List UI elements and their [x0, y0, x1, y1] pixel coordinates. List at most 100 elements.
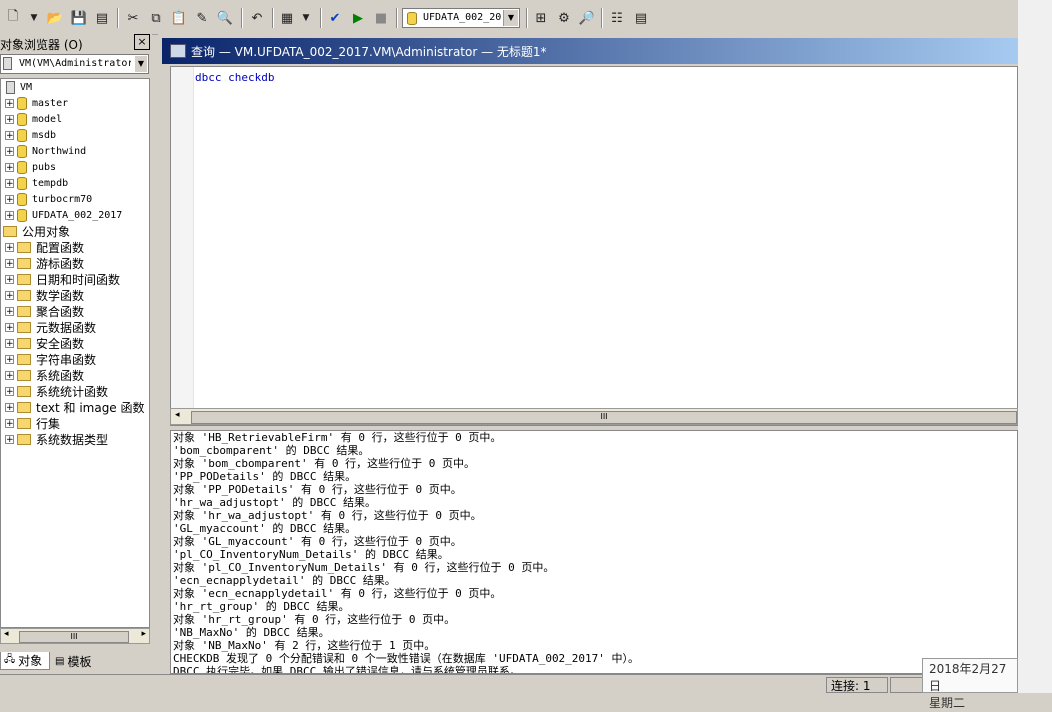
tree-node-function-group[interactable]: + 行集: [5, 415, 60, 431]
results-grid-icon[interactable]: ▦: [278, 9, 296, 27]
editor-gutter: [171, 67, 194, 425]
chevron-down-icon[interactable]: ▼: [135, 56, 147, 72]
expand-icon[interactable]: +: [5, 178, 14, 188]
tree-node-database[interactable]: + msdb: [5, 127, 56, 143]
tree-node-function-group[interactable]: + 游标函数: [5, 255, 84, 271]
paste-icon[interactable]: 📋: [170, 9, 188, 27]
object-tree: VM + master + model + msdb + Northwind + pubs…: [0, 78, 150, 628]
show-execution-plan-icon[interactable]: ⊞: [532, 9, 550, 27]
folder-icon: [17, 385, 31, 397]
tree-node-function-group[interactable]: + 日期和时间函数: [5, 271, 120, 287]
tree-node-function-group[interactable]: + 系统统计函数: [5, 383, 108, 399]
tree-node-function-group[interactable]: + 配置函数: [5, 239, 84, 255]
expand-icon[interactable]: +: [5, 210, 14, 220]
scrollbar-thumb[interactable]: III: [191, 411, 1017, 424]
expand-icon[interactable]: +: [5, 274, 14, 284]
expand-icon[interactable]: +: [5, 354, 14, 364]
copy-icon[interactable]: ⧉: [147, 9, 165, 27]
tree-node-database[interactable]: + UFDATA_002_2017: [5, 207, 122, 223]
result-line: 'NB_MaxNo' 的 DBCC 结果。: [173, 626, 330, 639]
tree-node-label: 游标函数: [36, 256, 85, 271]
expand-icon[interactable]: +: [5, 242, 14, 252]
desktop-strip: [1018, 0, 1052, 693]
parse-query-icon[interactable]: ✔: [326, 9, 344, 27]
expand-icon[interactable]: +: [5, 306, 14, 316]
tree-node-database[interactable]: + master: [5, 95, 68, 111]
query-editor[interactable]: dbcc checkdb: [170, 66, 1018, 426]
expand-icon[interactable]: +: [5, 258, 14, 268]
tree-node-database[interactable]: + pubs: [5, 159, 56, 175]
expand-icon[interactable]: +: [5, 434, 14, 444]
scroll-left-icon[interactable]: ◂: [175, 410, 180, 420]
object-browser-toggle-icon[interactable]: ☷: [608, 9, 626, 27]
results-pane[interactable]: 对象 'HB_RetrievableFirm' 有 0 行，这些行位于 0 页中…: [170, 430, 1018, 674]
tree-node-function-group[interactable]: + 字符串函数: [5, 351, 96, 367]
expand-icon[interactable]: +: [5, 370, 14, 380]
database-icon: [17, 160, 27, 174]
folder-icon: [17, 433, 31, 445]
tab-label: 模板: [67, 654, 92, 669]
expand-icon[interactable]: +: [5, 98, 14, 108]
tree-node-server[interactable]: VM: [3, 79, 32, 95]
expand-icon[interactable]: +: [5, 290, 14, 300]
tab-templates[interactable]: ▤ 模板: [52, 652, 104, 670]
scrollbar-thumb[interactable]: III: [19, 631, 129, 643]
tab-objects[interactable]: 🖧 对象: [0, 652, 50, 670]
expand-icon[interactable]: +: [5, 322, 14, 332]
query-window-titlebar[interactable]: 查询 — VM.UFDATA_002_2017.VM\Administrator…: [162, 38, 1018, 64]
expand-icon[interactable]: +: [5, 162, 14, 172]
close-button[interactable]: ×: [134, 34, 150, 50]
tree-node-label: master: [32, 97, 69, 109]
tree-horizontal-scrollbar[interactable]: ◂ III ▸: [0, 628, 150, 644]
chevron-down-icon[interactable]: ▼: [503, 10, 518, 26]
scroll-right-icon[interactable]: ▸: [141, 629, 146, 639]
folder-icon: [17, 401, 31, 413]
result-line: 对象 'bom_cbomparent' 有 0 行，这些行位于 0 页中。: [173, 457, 475, 470]
database-select[interactable]: UFDATA_002_20 ▼: [402, 8, 520, 28]
tree-node-function-group[interactable]: + 聚合函数: [5, 303, 84, 319]
new-query-icon[interactable]: 🗋: [4, 9, 22, 27]
cancel-query-icon[interactable]: ■: [372, 9, 390, 27]
expand-icon[interactable]: +: [5, 386, 14, 396]
tab-label: 对象: [18, 654, 43, 668]
expand-icon[interactable]: +: [5, 146, 14, 156]
find-icon[interactable]: 🔍: [216, 9, 234, 27]
tree-node-label: 数学函数: [36, 288, 85, 303]
tree-node-function-group[interactable]: + 元数据函数: [5, 319, 96, 335]
database-icon: [17, 208, 27, 222]
query-text[interactable]: dbcc checkdb: [195, 71, 274, 84]
expand-icon[interactable]: +: [5, 130, 14, 140]
tree-node-database[interactable]: + Northwind: [5, 143, 86, 159]
load-script-icon[interactable]: ▤: [93, 9, 111, 27]
scroll-left-icon[interactable]: ◂: [4, 629, 9, 639]
new-dropdown-icon[interactable]: ▼: [28, 9, 40, 27]
editor-horizontal-scrollbar[interactable]: ◂ III: [170, 408, 1018, 425]
index-tuning-icon[interactable]: ⚙: [555, 9, 573, 27]
open-icon[interactable]: 📂: [46, 9, 64, 27]
tree-node-function-group[interactable]: + 数学函数: [5, 287, 84, 303]
folder-icon: [17, 337, 31, 349]
folder-icon: [3, 225, 17, 237]
server-combo[interactable]: VM(VM\Administrator ▼: [0, 54, 149, 74]
cut-icon[interactable]: ✂: [124, 9, 142, 27]
save-icon[interactable]: 💾: [70, 9, 88, 27]
tree-node-function-group[interactable]: + 系统数据类型: [5, 431, 108, 447]
tree-node-database[interactable]: + tempdb: [5, 175, 68, 191]
expand-icon[interactable]: +: [5, 338, 14, 348]
undo-icon[interactable]: ↶: [248, 9, 266, 27]
tree-node-function-group[interactable]: + text 和 image 函数: [5, 399, 145, 415]
tree-node-database[interactable]: + model: [5, 111, 62, 127]
show-results-pane-icon[interactable]: 🔎: [578, 9, 596, 27]
results-mode-dropdown-icon[interactable]: ▼: [300, 9, 312, 27]
expand-icon[interactable]: +: [5, 194, 14, 204]
tree-node-common-objects[interactable]: 公用对象: [3, 223, 70, 239]
tree-node-database[interactable]: + turbocrm70: [5, 191, 92, 207]
tree-node-function-group[interactable]: + 系统函数: [5, 367, 84, 383]
clear-window-icon[interactable]: ✎: [193, 9, 211, 27]
expand-icon[interactable]: +: [5, 418, 14, 428]
results-pane-toggle-icon[interactable]: ▤: [632, 9, 650, 27]
expand-icon[interactable]: +: [5, 114, 14, 124]
tree-node-function-group[interactable]: + 安全函数: [5, 335, 84, 351]
execute-query-icon[interactable]: ▶: [349, 9, 367, 27]
expand-icon[interactable]: +: [5, 402, 14, 412]
